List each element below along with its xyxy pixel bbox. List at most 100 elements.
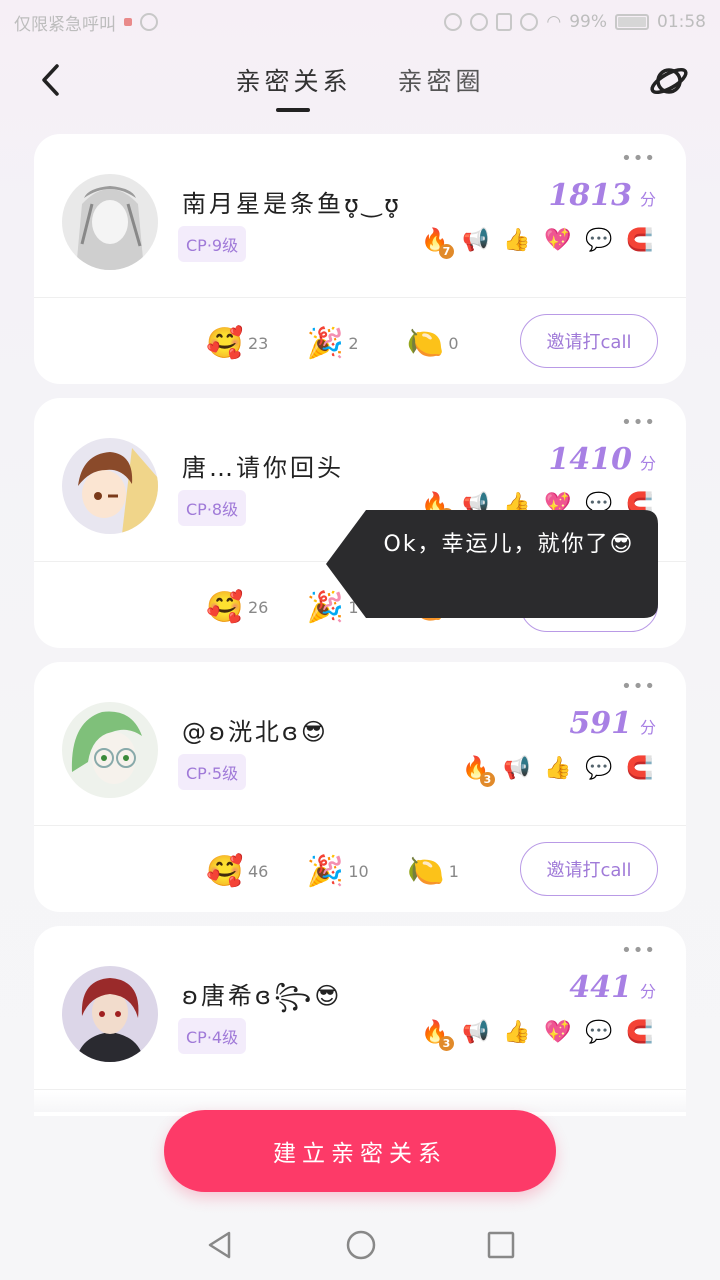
alarm-icon: [520, 13, 539, 31]
megaphone-badge-icon[interactable]: 📢: [460, 1016, 492, 1048]
thumbs-up-badge-icon[interactable]: 👍: [501, 224, 533, 256]
heart-glasses-badge-icon[interactable]: 💖: [542, 1016, 574, 1048]
notification-icon: [124, 18, 132, 26]
score: 1813 分: [548, 178, 656, 213]
avatar[interactable]: [62, 174, 158, 270]
nav-back-icon[interactable]: [205, 1230, 235, 1260]
fire-badge-icon[interactable]: 🔥7: [419, 224, 454, 259]
stat-party[interactable]: 🎉 2: [306, 325, 368, 361]
more-icon[interactable]: •••: [621, 150, 656, 168]
cp-level-badge: CP·9级: [178, 226, 247, 262]
thumbs-up-badge-icon[interactable]: 👍: [542, 752, 574, 784]
megaphone-badge-icon[interactable]: 📢: [501, 752, 533, 784]
fire-level: 3: [439, 1036, 454, 1051]
party-popper-icon: 🎉: [306, 325, 345, 361]
avatar[interactable]: [62, 438, 158, 534]
stat-lemon[interactable]: 🍋0: [406, 325, 468, 361]
chat-bubble-badge-icon[interactable]: 💬: [583, 224, 615, 256]
megaphone-badge-icon[interactable]: 📢: [460, 224, 492, 256]
score-value: 441: [569, 970, 632, 1005]
clock: 01:58: [657, 12, 706, 32]
partner-name: 唐…请你回头: [182, 454, 344, 482]
partner-name: @ʚ洸北ɞ😎: [182, 718, 329, 746]
create-relation-button[interactable]: 建立亲密关系: [164, 1110, 556, 1192]
stat-love[interactable]: 🥰 46: [206, 853, 269, 889]
message-icon: [140, 13, 158, 31]
fire-level: 3: [480, 772, 495, 787]
more-icon[interactable]: •••: [621, 414, 656, 432]
stat-count: 46: [248, 861, 269, 881]
system-nav-bar: [0, 1210, 720, 1280]
more-icon[interactable]: •••: [621, 678, 656, 696]
magnet-badge-icon[interactable]: 🧲: [624, 1016, 656, 1048]
nav-home-icon[interactable]: [345, 1229, 377, 1261]
stat-count: 26: [248, 597, 269, 617]
fire-badge-icon[interactable]: 🔥 3: [419, 1016, 454, 1051]
badge-row: 🔥7 📢 👍 💖 💬 🧲: [419, 224, 656, 259]
top-nav: 亲密关系 亲密圈: [0, 52, 720, 112]
planet-icon: [650, 67, 688, 95]
stat-count: 10: [348, 861, 369, 881]
blush-heart-icon: 🥰: [206, 853, 244, 889]
carrier-label: 仅限紧急呼叫: [14, 14, 116, 35]
stat-love[interactable]: 🥰 23: [206, 325, 269, 361]
lemon-icon: 🍋: [406, 325, 445, 361]
nfc-icon: [470, 13, 489, 31]
fire-badge-icon[interactable]: 🔥 3: [460, 752, 495, 787]
score-unit: 分: [639, 718, 656, 737]
divider: [34, 297, 686, 298]
cp-level-badge: CP·5级: [178, 754, 247, 790]
stat-love[interactable]: 🥰 26: [206, 589, 269, 625]
divider: [34, 825, 686, 826]
battery-percent: 99%: [569, 12, 607, 32]
battery-icon: [615, 14, 649, 30]
score: 1410 分: [548, 442, 656, 477]
tab-intimate-circle[interactable]: 亲密圈: [398, 62, 485, 112]
list-fade: [34, 1092, 686, 1112]
planet-button[interactable]: [648, 60, 690, 102]
partner-name: 南月星是条鱼ʊ̥‿ʊ̥: [182, 190, 402, 218]
chat-bubble-badge-icon[interactable]: 💬: [583, 1016, 615, 1048]
relation-card[interactable]: ••• 南月星是条鱼ʊ̥‿ʊ̥ CP·9级 1813 分 🔥 7 📢 👍 💖 💬 …: [34, 134, 686, 384]
magnet-badge-icon[interactable]: 🧲: [624, 224, 656, 256]
invite-call-button[interactable]: 邀请打call: [520, 842, 658, 896]
avatar[interactable]: [62, 966, 158, 1062]
lemon-icon: 🍋: [407, 853, 445, 889]
stat-party[interactable]: 🎉 10: [306, 853, 369, 889]
score-unit: 分: [639, 982, 656, 1001]
chat-bubble-badge-icon[interactable]: 💬: [583, 752, 615, 784]
more-icon[interactable]: •••: [621, 942, 656, 960]
tooltip-text: Ok，幸运儿，就你了😎: [383, 532, 635, 557]
heart-glasses-badge-icon[interactable]: 💖: [542, 224, 574, 256]
invite-call-button[interactable]: 邀请打call: [520, 314, 658, 368]
thumbs-up-badge-icon[interactable]: 👍: [501, 1016, 533, 1048]
blush-heart-icon: 🥰: [206, 589, 244, 625]
score-unit: 分: [639, 454, 656, 473]
relation-card[interactable]: ••• @ʚ洸北ɞ😎 CP·5级 591 分 🔥 3 📢 👍 💬 🧲 🥰 46 🎉 1…: [34, 662, 686, 912]
avatar[interactable]: [62, 702, 158, 798]
tab-intimate-relations[interactable]: 亲密关系: [235, 62, 351, 112]
stat-lemon[interactable]: 🍋 1: [407, 853, 469, 889]
badge-row: 🔥 3 📢 👍 💖 💬 🧲: [419, 1016, 656, 1051]
blush-heart-icon: 🥰: [206, 325, 244, 361]
headset-icon: [444, 13, 463, 31]
cp-level-badge: CP·8级: [178, 490, 247, 526]
tab-bar: 亲密关系 亲密圈: [0, 62, 720, 112]
vibrate-icon: [496, 13, 513, 31]
nav-recents-icon[interactable]: [487, 1231, 515, 1259]
stat-count: 23: [248, 333, 269, 353]
fire-level: 7: [439, 244, 454, 259]
party-popper-icon: 🎉: [306, 853, 345, 889]
stats-row: 🥰 46 🎉 10 🍋 1: [206, 853, 469, 889]
divider: [34, 1089, 686, 1090]
magnet-badge-icon[interactable]: 🧲: [624, 752, 656, 784]
badge-row: 🔥 3 📢 👍 💬 🧲: [460, 752, 656, 787]
score-value: 1410: [548, 442, 632, 477]
status-bar: 仅限紧急呼叫 ◠ 99% 01:58: [0, 0, 720, 44]
relation-card[interactable]: ••• ʚ唐希ɞ꧂😎 CP·4级 441 分 🔥 3 📢 👍 💖 💬 🧲: [34, 926, 686, 1116]
stat-count: 1: [448, 861, 459, 881]
score-value: 591: [569, 706, 632, 741]
wifi-icon: ◠: [546, 12, 562, 32]
stat-count: 0: [448, 333, 459, 353]
cp-level-badge: CP·4级: [178, 1018, 247, 1054]
